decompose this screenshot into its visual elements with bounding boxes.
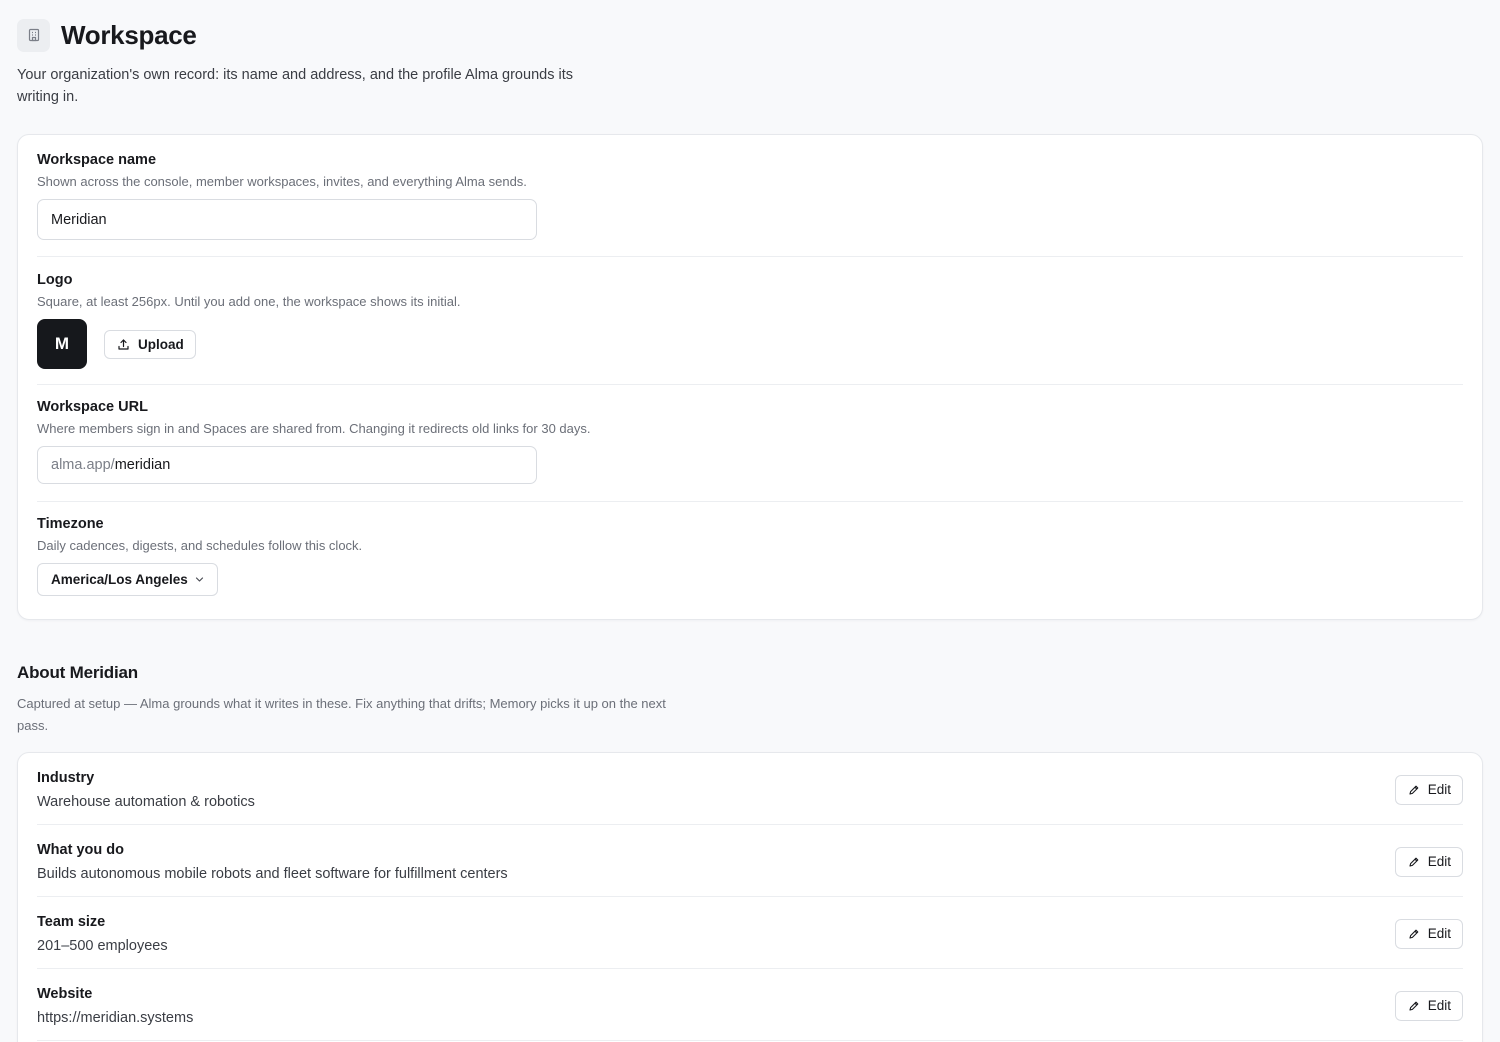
about-value: https://meridian.systems [37, 1009, 194, 1026]
page-title: Workspace [61, 19, 197, 50]
edit-website-button[interactable]: Edit [1394, 990, 1463, 1021]
timezone-value: America/Los Angeles [51, 572, 188, 587]
pencil-icon [1408, 784, 1420, 796]
upload-logo-button[interactable]: Upload [104, 329, 196, 359]
edit-industry-button[interactable]: Edit [1394, 774, 1463, 805]
about-row-text: Industry Warehouse automation & robotics [37, 770, 255, 810]
logo-field: Logo Square, at least 256px. Until you a… [37, 257, 1463, 385]
upload-button-label: Upload [138, 336, 184, 352]
about-row-text: Website https://meridian.systems [37, 986, 193, 1026]
page-subtitle: Your organization's own record: its name… [17, 67, 573, 105]
edit-what-you-do-button[interactable]: Edit [1394, 846, 1463, 877]
workspace-name-field: Workspace name Shown across the console,… [37, 135, 1463, 257]
about-label: What you do [37, 841, 124, 858]
logo-initial-tile: M [37, 319, 87, 369]
timezone-select[interactable]: America/Los Angeles [37, 563, 218, 596]
edit-button-label: Edit [1427, 854, 1451, 869]
pencil-icon [1408, 1000, 1420, 1012]
pencil-icon [1408, 928, 1420, 940]
about-row-text: Team size 201–500 employees [37, 914, 168, 954]
about-label: Website [37, 985, 93, 1002]
edit-button-label: Edit [1427, 998, 1451, 1013]
about-value: Warehouse automation & robotics [37, 793, 255, 810]
page-header: Workspace [17, 18, 1483, 52]
url-prefix: alma.app/ [51, 457, 115, 473]
about-row-industry: Industry Warehouse automation & robotics… [37, 753, 1463, 825]
edit-team-size-button[interactable]: Edit [1394, 918, 1463, 949]
about-label: Industry [37, 769, 95, 786]
workspace-url-label: Workspace URL [37, 399, 148, 415]
chevron-down-icon [194, 574, 205, 585]
workspace-settings-page: Workspace Your organization's own record… [0, 18, 1500, 1042]
logo-help: Square, at least 256px. Until you add on… [37, 294, 461, 309]
about-row-what-you-do: What you do Builds autonomous mobile rob… [37, 825, 1463, 897]
edit-button-label: Edit [1427, 926, 1451, 941]
about-label: Team size [37, 913, 106, 930]
url-slug: meridian [114, 457, 171, 473]
workspace-name-input[interactable]: Meridian [37, 199, 537, 240]
workspace-url-input[interactable]: alma.app/meridian [37, 446, 537, 484]
pencil-icon [1408, 856, 1420, 868]
timezone-help: Daily cadences, digests, and schedules f… [37, 538, 363, 553]
workspace-name-help: Shown across the console, member workspa… [37, 174, 527, 189]
logo-label: Logo [37, 272, 73, 288]
timezone-label: Timezone [37, 516, 104, 532]
upload-icon [117, 338, 130, 351]
logo-row: M Upload [37, 319, 1463, 369]
about-card: Industry Warehouse automation & robotics… [17, 752, 1483, 1042]
about-row-text: What you do Builds autonomous mobile rob… [37, 842, 508, 882]
about-row-website: Website https://meridian.systems Edit [37, 969, 1463, 1041]
workspace-name-label: Workspace name [37, 152, 157, 168]
workspace-url-field: Workspace URL Where members sign in and … [37, 385, 1463, 502]
general-settings-card: Workspace name Shown across the console,… [17, 134, 1483, 620]
timezone-field: Timezone Daily cadences, digests, and sc… [37, 502, 1463, 596]
edit-button-label: Edit [1427, 782, 1451, 797]
workspace-name-value: Meridian [51, 211, 107, 228]
about-value: Builds autonomous mobile robots and flee… [37, 865, 508, 882]
building-icon [17, 18, 50, 52]
workspace-url-help: Where members sign in and Spaces are sha… [37, 421, 591, 436]
about-section-title: About Meridian [17, 663, 138, 682]
about-section-subtitle: Captured at setup — Alma grounds what it… [17, 696, 666, 733]
about-row-team-size: Team size 201–500 employees Edit [37, 897, 1463, 969]
about-value: 201–500 employees [37, 937, 168, 954]
